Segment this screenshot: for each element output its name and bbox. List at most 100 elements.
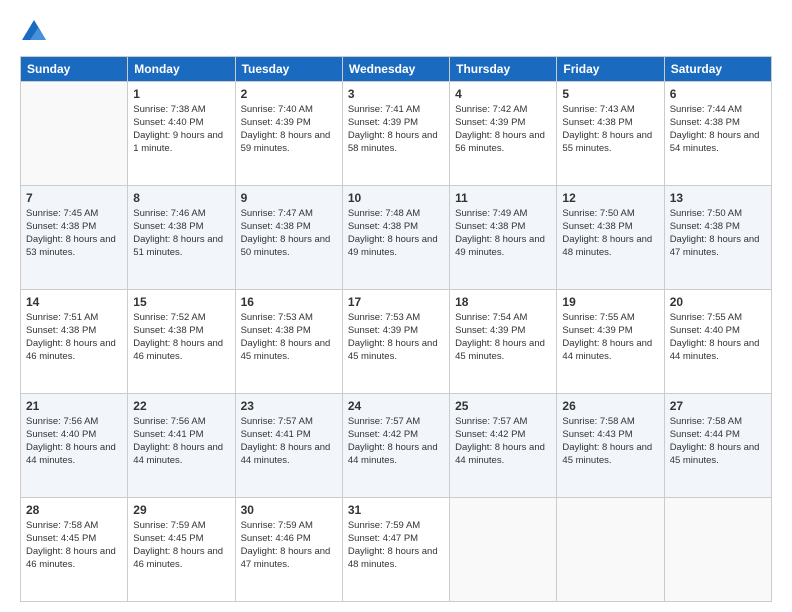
sunset-text: Sunset: 4:38 PM — [26, 221, 122, 234]
day-number: 16 — [241, 294, 337, 310]
sunset-text: Sunset: 4:38 PM — [562, 221, 658, 234]
day-number: 9 — [241, 190, 337, 206]
sunrise-text: Sunrise: 7:54 AM — [455, 312, 551, 325]
day-number: 7 — [26, 190, 122, 206]
sunrise-text: Sunrise: 7:58 AM — [670, 416, 766, 429]
sunrise-text: Sunrise: 7:59 AM — [348, 520, 444, 533]
column-header-friday: Friday — [557, 57, 664, 82]
day-number: 26 — [562, 398, 658, 414]
day-number: 10 — [348, 190, 444, 206]
calendar-cell: 26Sunrise: 7:58 AMSunset: 4:43 PMDayligh… — [557, 394, 664, 498]
sunset-text: Sunset: 4:41 PM — [133, 429, 229, 442]
sunset-text: Sunset: 4:38 PM — [670, 117, 766, 130]
daylight-text: Daylight: 8 hours and 46 minutes. — [26, 338, 122, 364]
column-header-thursday: Thursday — [450, 57, 557, 82]
header — [20, 18, 772, 46]
sunset-text: Sunset: 4:38 PM — [455, 221, 551, 234]
day-number: 6 — [670, 86, 766, 102]
day-number: 17 — [348, 294, 444, 310]
calendar-cell: 6 Sunrise: 7:44 AMSunset: 4:38 PMDaylight… — [664, 82, 771, 186]
daylight-text: Daylight: 8 hours and 44 minutes. — [133, 442, 229, 468]
daylight-text: Daylight: 8 hours and 56 minutes. — [455, 130, 551, 156]
daylight-text: Daylight: 8 hours and 46 minutes. — [26, 546, 122, 572]
sunset-text: Sunset: 4:47 PM — [348, 533, 444, 546]
column-header-monday: Monday — [128, 57, 235, 82]
day-number: 11 — [455, 190, 551, 206]
day-number: 27 — [670, 398, 766, 414]
sunrise-text: Sunrise: 7:52 AM — [133, 312, 229, 325]
calendar-cell: 1 Sunrise: 7:38 AMSunset: 4:40 PMDaylight… — [128, 82, 235, 186]
sunset-text: Sunset: 4:39 PM — [562, 325, 658, 338]
calendar-cell: 13Sunrise: 7:50 AMSunset: 4:38 PMDayligh… — [664, 186, 771, 290]
daylight-text: Daylight: 8 hours and 54 minutes. — [670, 130, 766, 156]
sunrise-text: Sunrise: 7:45 AM — [26, 208, 122, 221]
daylight-text: Daylight: 8 hours and 44 minutes. — [562, 338, 658, 364]
sunset-text: Sunset: 4:40 PM — [133, 117, 229, 130]
sunrise-text: Sunrise: 7:46 AM — [133, 208, 229, 221]
sunset-text: Sunset: 4:38 PM — [133, 325, 229, 338]
daylight-text: Daylight: 8 hours and 44 minutes. — [348, 442, 444, 468]
day-number: 14 — [26, 294, 122, 310]
calendar-cell: 25Sunrise: 7:57 AMSunset: 4:42 PMDayligh… — [450, 394, 557, 498]
calendar-cell: 4Sunrise: 7:42 AMSunset: 4:39 PMDaylight… — [450, 82, 557, 186]
column-header-saturday: Saturday — [664, 57, 771, 82]
day-number: 22 — [133, 398, 229, 414]
calendar-cell — [557, 498, 664, 602]
sunrise-text: Sunrise: 7:51 AM — [26, 312, 122, 325]
daylight-text: Daylight: 8 hours and 48 minutes. — [348, 546, 444, 572]
daylight-text: Daylight: 8 hours and 44 minutes. — [670, 338, 766, 364]
calendar-cell: 11Sunrise: 7:49 AMSunset: 4:38 PMDayligh… — [450, 186, 557, 290]
daylight-text: Daylight: 8 hours and 44 minutes. — [241, 442, 337, 468]
day-number: 18 — [455, 294, 551, 310]
daylight-text: Daylight: 8 hours and 47 minutes. — [670, 234, 766, 260]
day-number: 20 — [670, 294, 766, 310]
sunrise-text: Sunrise: 7:58 AM — [562, 416, 658, 429]
day-number: 21 — [26, 398, 122, 414]
day-number: 2 — [241, 86, 337, 102]
day-number: 13 — [670, 190, 766, 206]
day-number: 28 — [26, 502, 122, 518]
day-number: 29 — [133, 502, 229, 518]
day-number: 8 — [133, 190, 229, 206]
sunset-text: Sunset: 4:40 PM — [670, 325, 766, 338]
calendar-cell — [664, 498, 771, 602]
calendar-cell: 5Sunrise: 7:43 AMSunset: 4:38 PMDaylight… — [557, 82, 664, 186]
daylight-text: Daylight: 8 hours and 53 minutes. — [26, 234, 122, 260]
sunset-text: Sunset: 4:39 PM — [348, 325, 444, 338]
calendar-cell: 9Sunrise: 7:47 AMSunset: 4:38 PMDaylight… — [235, 186, 342, 290]
day-number: 31 — [348, 502, 444, 518]
calendar-cell: 15Sunrise: 7:52 AMSunset: 4:38 PMDayligh… — [128, 290, 235, 394]
day-number: 23 — [241, 398, 337, 414]
daylight-text: Daylight: 8 hours and 45 minutes. — [455, 338, 551, 364]
daylight-text: Daylight: 9 hours and 1 minute. — [133, 130, 229, 156]
calendar-cell: 29Sunrise: 7:59 AMSunset: 4:45 PMDayligh… — [128, 498, 235, 602]
calendar-cell: 2Sunrise: 7:40 AMSunset: 4:39 PMDaylight… — [235, 82, 342, 186]
calendar-cell: 31 Sunrise: 7:59 AMSunset: 4:47 PMDayligh… — [342, 498, 449, 602]
sunset-text: Sunset: 4:38 PM — [562, 117, 658, 130]
sunset-text: Sunset: 4:40 PM — [26, 429, 122, 442]
sunrise-text: Sunrise: 7:38 AM — [133, 104, 229, 117]
sunset-text: Sunset: 4:44 PM — [670, 429, 766, 442]
calendar-cell: 8Sunrise: 7:46 AMSunset: 4:38 PMDaylight… — [128, 186, 235, 290]
day-number: 30 — [241, 502, 337, 518]
calendar-week-row: 7Sunrise: 7:45 AMSunset: 4:38 PMDaylight… — [21, 186, 772, 290]
sunrise-text: Sunrise: 7:40 AM — [241, 104, 337, 117]
day-number: 12 — [562, 190, 658, 206]
calendar-cell: 20Sunrise: 7:55 AMSunset: 4:40 PMDayligh… — [664, 290, 771, 394]
calendar-cell: 16Sunrise: 7:53 AMSunset: 4:38 PMDayligh… — [235, 290, 342, 394]
calendar-cell: 30Sunrise: 7:59 AMSunset: 4:46 PMDayligh… — [235, 498, 342, 602]
calendar-cell: 24Sunrise: 7:57 AMSunset: 4:42 PMDayligh… — [342, 394, 449, 498]
day-number: 24 — [348, 398, 444, 414]
sunset-text: Sunset: 4:43 PM — [562, 429, 658, 442]
sunrise-text: Sunrise: 7:44 AM — [670, 104, 766, 117]
calendar-cell: 10Sunrise: 7:48 AMSunset: 4:38 PMDayligh… — [342, 186, 449, 290]
calendar-cell: 23Sunrise: 7:57 AMSunset: 4:41 PMDayligh… — [235, 394, 342, 498]
sunset-text: Sunset: 4:39 PM — [455, 117, 551, 130]
day-number: 1 — [133, 86, 229, 102]
daylight-text: Daylight: 8 hours and 46 minutes. — [133, 546, 229, 572]
calendar-cell: 22Sunrise: 7:56 AMSunset: 4:41 PMDayligh… — [128, 394, 235, 498]
day-number: 19 — [562, 294, 658, 310]
sunset-text: Sunset: 4:38 PM — [348, 221, 444, 234]
sunset-text: Sunset: 4:46 PM — [241, 533, 337, 546]
daylight-text: Daylight: 8 hours and 55 minutes. — [562, 130, 658, 156]
